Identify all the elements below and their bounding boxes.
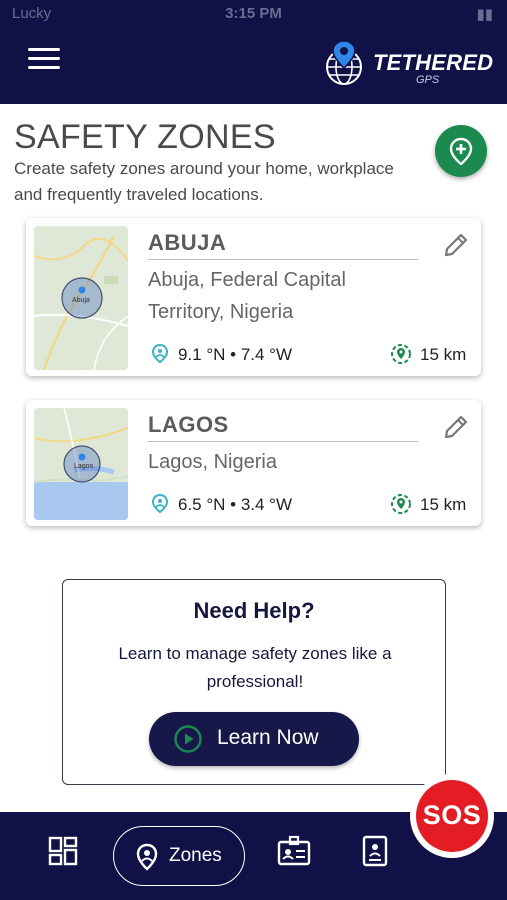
menu-icon: [28, 48, 60, 51]
help-title: Need Help?: [193, 598, 315, 623]
zone-map-thumbnail: Lagos: [34, 408, 128, 520]
map-city-label: Lagos: [74, 463, 94, 470]
brand-sub: GPS: [416, 74, 440, 86]
coordinates-pin-icon: [151, 493, 169, 514]
zone-address: Abuja, Federal Capital Territory, Nigeri…: [148, 269, 346, 323]
add-location-icon: [449, 137, 473, 165]
coordinates-pin-icon: [151, 343, 169, 364]
document-icon: [362, 835, 388, 867]
help-text: Learn to manage safety zones like a prof…: [118, 644, 392, 691]
radius-icon: [391, 344, 411, 364]
zone-name: LAGOS: [148, 412, 229, 437]
sos-circle: SOS: [416, 780, 488, 852]
learn-now-label: Learn Now: [217, 726, 319, 749]
radius-icon: [391, 494, 411, 514]
page-description: Create safety zones around your home, wo…: [14, 159, 394, 204]
zone-card-lagos[interactable]: Lagos LAGOS Lagos, Nigeria 6.5 °N • 3.4 …: [26, 400, 481, 526]
edit-pencil-icon: [444, 233, 468, 257]
edit-pencil-icon: [444, 415, 468, 439]
zone-coordinates: 6.5 °N • 3.4 °W: [178, 495, 293, 514]
dashboard-icon: [48, 836, 78, 866]
edit-zone-button[interactable]: [441, 412, 471, 442]
app-header: TETHERED GPS: [0, 28, 507, 104]
menu-icon-bar: [28, 66, 60, 69]
play-circle-icon: [174, 725, 202, 753]
map-city-label: Abuja: [72, 297, 90, 304]
brand-name: TETHERED: [373, 50, 494, 75]
zone-coordinates: 9.1 °N • 7.4 °W: [178, 345, 293, 364]
divider: [148, 259, 418, 260]
sos-button[interactable]: SOS: [410, 774, 494, 858]
edit-zone-button[interactable]: [441, 230, 471, 260]
zone-map-thumbnail: Abuja: [34, 226, 128, 370]
nav-zones-label: Zones: [169, 845, 222, 866]
page-title: SAFETY ZONES: [14, 118, 276, 156]
status-time: 3:15 PM: [225, 5, 282, 22]
status-bar: Lucky 3:15 PM ▮▮: [0, 0, 507, 28]
nav-zones[interactable]: Zones: [113, 826, 245, 886]
id-card-icon: [277, 835, 311, 866]
nav-dashboard[interactable]: [46, 834, 86, 874]
globe-pin-icon: [326, 40, 362, 85]
zone-name: ABUJA: [148, 230, 227, 255]
nav-document[interactable]: [360, 834, 400, 874]
help-panel: Need Help? Learn to manage safety zones …: [62, 579, 446, 785]
menu-icon-bar: [28, 57, 60, 60]
location-icon: [136, 843, 158, 871]
divider: [148, 441, 418, 442]
battery-icon: ▮▮: [476, 6, 493, 23]
add-zone-button[interactable]: [435, 125, 487, 177]
menu-button[interactable]: [28, 48, 60, 74]
nav-id-card[interactable]: [276, 834, 316, 874]
zone-card-abuja[interactable]: Abuja ABUJA Abuja, Federal Capital Terri…: [26, 218, 481, 376]
sos-label: SOS: [422, 800, 482, 830]
app-logo: TETHERED GPS: [321, 34, 493, 94]
zone-address: Lagos, Nigeria: [148, 451, 277, 473]
zone-radius: 15 km: [420, 495, 467, 514]
zone-radius: 15 km: [420, 345, 467, 364]
learn-now-button[interactable]: Learn Now: [149, 712, 359, 766]
